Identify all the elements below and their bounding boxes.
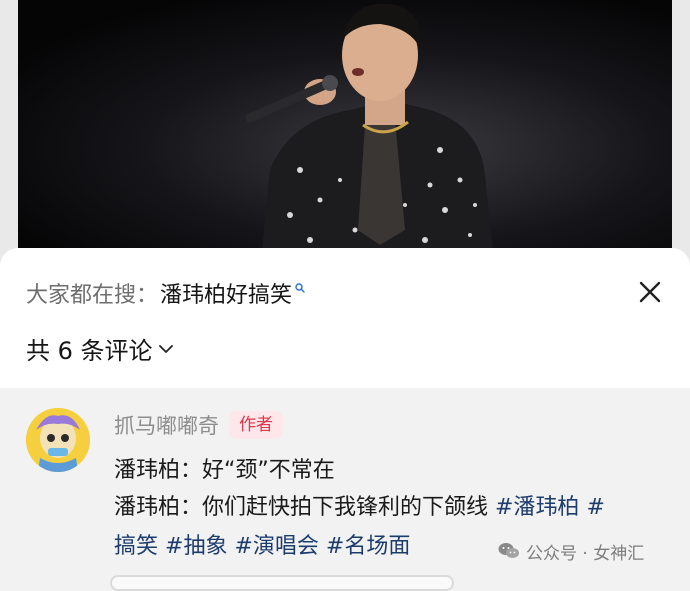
- hashtag-link[interactable]: #: [586, 495, 604, 520]
- watermark: 公众号 · 女神汇: [498, 538, 644, 564]
- hashtag-link[interactable]: #演唱会: [234, 534, 318, 559]
- video-frame[interactable]: [0, 0, 690, 270]
- next-comment-preview: [110, 575, 454, 591]
- comment-header: 抓马嘟嘟奇 作者: [114, 410, 283, 440]
- video-edge-left: [0, 0, 18, 270]
- search-prefix: 大家都在搜：: [26, 283, 159, 308]
- comment-line-1: 潘玮柏：好“颈”不常在: [114, 458, 335, 483]
- comments-sheet: 大家都在搜： 潘玮柏好搞笑 共 6 条评论: [0, 248, 690, 388]
- video-edge-right: [672, 0, 690, 270]
- comment-count: 共 6 条评论: [26, 336, 153, 365]
- comment-line-3: 搞笑 #抽象 #演唱会 #名场面: [114, 528, 410, 560]
- search-term-link[interactable]: 潘玮柏好搞笑: [160, 277, 292, 309]
- wechat-icon: [498, 543, 519, 558]
- search-icon: [295, 283, 305, 293]
- hashtag-link[interactable]: #潘玮柏: [495, 495, 579, 520]
- username[interactable]: 抓马嘟嘟奇: [114, 410, 219, 440]
- hashtag-link[interactable]: #抽象: [165, 534, 227, 559]
- comment-item[interactable]: 抓马嘟嘟奇 作者 潘玮柏：好“颈”不常在 潘玮柏：你们赶快拍下我锋利的下颌线 #…: [0, 388, 690, 591]
- hashtag-link[interactable]: 搞笑: [114, 534, 158, 559]
- hashtag-link[interactable]: #名场面: [326, 534, 410, 559]
- author-badge: 作者: [229, 411, 283, 439]
- close-icon: [639, 281, 661, 303]
- avatar[interactable]: [26, 408, 90, 472]
- watermark-label: 公众号 · 女神汇: [526, 543, 645, 564]
- comment-line-2: 潘玮柏：你们赶快拍下我锋利的下颌线 #潘玮柏 #: [114, 489, 605, 521]
- chevron-down-icon: [158, 345, 173, 353]
- avatar-image: [26, 408, 90, 472]
- close-button[interactable]: [632, 274, 668, 310]
- comment-line-2-text: 潘玮柏：你们赶快拍下我锋利的下颌线: [114, 495, 495, 520]
- comment-count-toggle[interactable]: 共 6 条评论: [26, 332, 173, 365]
- search-suggestion[interactable]: 大家都在搜： 潘玮柏好搞笑: [26, 278, 305, 308]
- singer-image: [245, 3, 495, 270]
